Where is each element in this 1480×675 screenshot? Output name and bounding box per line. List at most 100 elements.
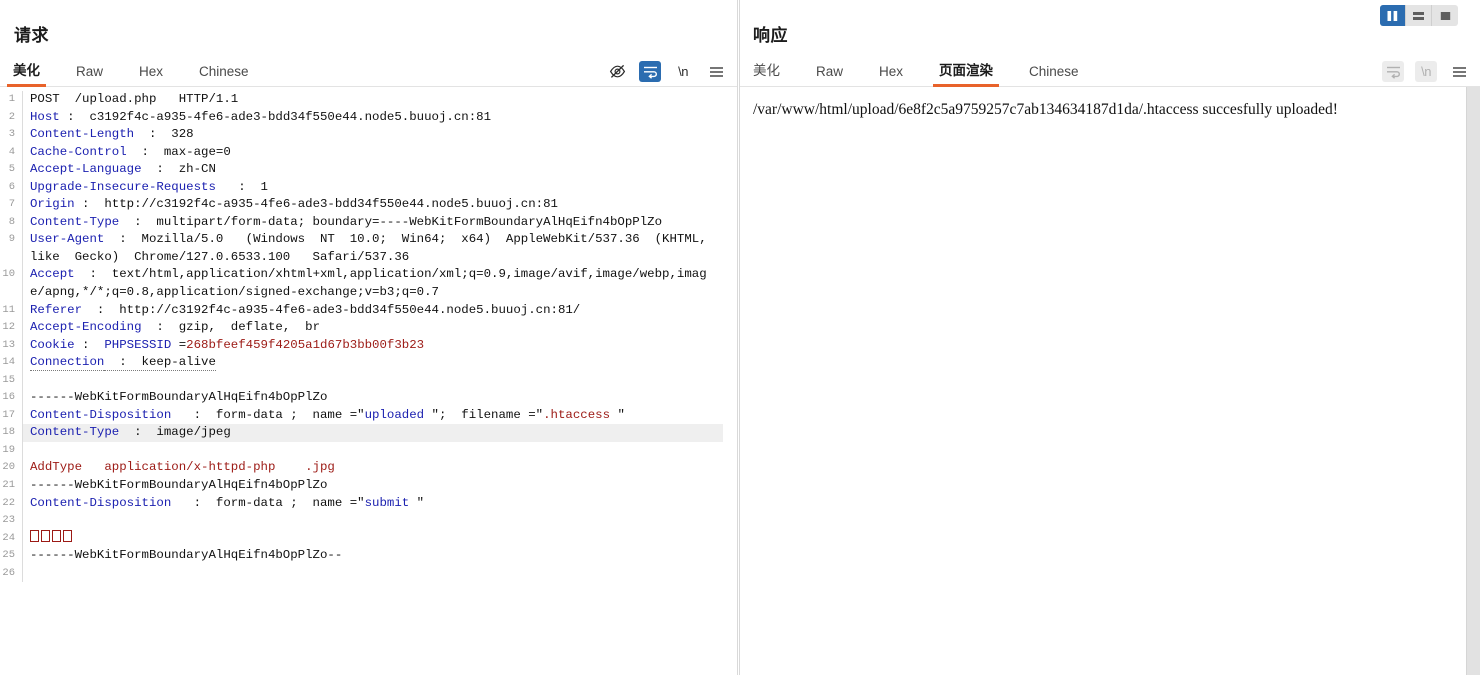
tab-request-raw[interactable]: Raw — [76, 64, 103, 86]
word-wrap-icon[interactable] — [1382, 61, 1404, 82]
code-line-text: ------WebKitFormBoundaryAlHqEifn4bOpPlZo — [23, 477, 723, 495]
code-line[interactable]: 3 Content-Length : 328 — [0, 126, 737, 144]
code-line[interactable]: 5 Accept-Language : zh-CN — [0, 161, 737, 179]
line-number: 10 — [2, 268, 15, 281]
code-line[interactable]: 20 AddType application/x-httpd-php .jpg — [0, 459, 737, 478]
line-number: 16 — [2, 391, 15, 404]
code-line[interactable]: 14 Connection : keep-alive — [0, 354, 737, 372]
code-line[interactable]: 12 Accept-Encoding : gzip, deflate, br — [0, 319, 737, 337]
code-line-text — [23, 529, 723, 548]
tab-response-beautify[interactable]: 美化 — [753, 59, 780, 86]
code-line[interactable]: 16 ------WebKitFormBoundaryAlHqEifn4bOpPl… — [0, 389, 737, 407]
code-token: : http://c3192f4c-a935-4fe6-ade3-bdd34f5… — [74, 197, 558, 212]
newline-icon[interactable]: \n — [672, 61, 694, 82]
code-line[interactable]: 24 — [0, 529, 737, 548]
tab-response-raw[interactable]: Raw — [816, 64, 843, 86]
code-line[interactable]: 25 ------WebKitFormBoundaryAlHqEifn4bOpPl… — [0, 547, 737, 565]
code-line[interactable]: 15 — [0, 371, 737, 390]
code-token: uploaded — [364, 407, 425, 422]
line-number: 8 — [8, 215, 15, 228]
code-line[interactable]: 19 — [0, 441, 737, 460]
code-line-text: Accept : text/html,application/xhtml+xml… — [23, 266, 723, 301]
code-token: : keep-alive — [104, 355, 216, 372]
code-token: 268bfeef459f4205a1d67b3bb00f3b23 — [186, 337, 425, 352]
newline-icon[interactable]: \n — [1415, 61, 1437, 82]
code-line[interactable]: 2 Host : c3192f4c-a935-4fe6-ade3-bdd34f55… — [0, 108, 737, 127]
code-line-text: Cache-Control : max-age=0 — [23, 144, 723, 162]
line-number: 7 — [8, 198, 15, 211]
code-token: Host — [30, 109, 60, 124]
code-token: ------WebKitFormBoundaryAlHqEifn4bOpPlZo — [30, 390, 328, 405]
code-line[interactable]: 4 Cache-Control : max-age=0 — [0, 143, 737, 162]
rendered-page-text: /var/www/html/upload/6e8f2c5a9759257c7ab… — [753, 101, 1338, 118]
layout-single-pane-button[interactable] — [1432, 5, 1458, 26]
code-token: : Mozilla/5.0 (Windows NT 10.0; Win64; x… — [30, 232, 722, 264]
code-line-text: AddType application/x-httpd-php .jpg — [23, 459, 723, 477]
line-number: 21 — [2, 479, 15, 492]
code-token: submit — [364, 495, 410, 510]
code-line[interactable]: 26 — [0, 564, 737, 583]
code-token: AddType application/x-httpd-php .jpg — [30, 460, 335, 475]
code-line[interactable]: 10 Accept : text/html,application/xhtml+x… — [0, 266, 737, 302]
response-scrollbar[interactable] — [1466, 87, 1480, 675]
tab-response-chinese[interactable]: Chinese — [1029, 64, 1079, 86]
menu-icon[interactable] — [1448, 61, 1470, 82]
tab-response-hex[interactable]: Hex — [879, 64, 903, 86]
tab-request-beautify[interactable]: 美化 — [7, 59, 46, 87]
line-number: 6 — [8, 180, 15, 193]
code-line-text: Accept-Language : zh-CN — [23, 161, 723, 179]
code-line-text: Content-Length : 328 — [23, 126, 723, 144]
unrenderable-glyphs — [30, 529, 74, 545]
code-line[interactable]: 6 Upgrade-Insecure-Requests : 1 — [0, 178, 737, 197]
code-token: : text/html,application/xhtml+xml,applic… — [30, 267, 707, 300]
layout-toggle-group — [1380, 5, 1458, 26]
request-toolbar: \n — [606, 61, 727, 82]
code-token: ------WebKitFormBoundaryAlHqEifn4bOpPlZo… — [30, 548, 343, 563]
tab-response-render[interactable]: 页面渲染 — [933, 59, 1000, 87]
code-token: : max-age=0 — [126, 144, 231, 159]
tofu-box-icon — [41, 529, 50, 542]
code-line[interactable]: 22 Content-Disposition : form-data ; name… — [0, 494, 737, 513]
menu-icon[interactable] — [705, 61, 727, 82]
code-token: ------WebKitFormBoundaryAlHqEifn4bOpPlZo — [30, 478, 328, 493]
code-line[interactable]: 18 Content-Type : image/jpeg — [0, 424, 737, 442]
code-line[interactable]: 17 Content-Disposition : form-data ; name… — [0, 406, 737, 425]
code-line[interactable]: 13 Cookie : PHPSESSID =268bfeef459f4205a1… — [0, 336, 737, 355]
tab-request-chinese[interactable]: Chinese — [199, 64, 249, 86]
code-token: Content-Disposition — [30, 407, 172, 422]
code-line[interactable]: 8 Content-Type : multipart/form-data; bou… — [0, 213, 737, 232]
layout-vertical-split-button[interactable] — [1380, 5, 1406, 26]
code-token: Referer — [30, 302, 83, 317]
line-number: 22 — [2, 496, 15, 509]
newline-icon-label: \n — [1421, 64, 1431, 79]
code-line[interactable]: 11 Referer : http://c3192f4c-a935-4fe6-ad… — [0, 301, 737, 320]
code-line[interactable]: 21 ------WebKitFormBoundaryAlHqEifn4bOpPl… — [0, 477, 737, 495]
request-tabbar: 美化 Raw Hex Chinese \n — [0, 58, 737, 87]
code-line-text: ------WebKitFormBoundaryAlHqEifn4bOpPlZo… — [23, 547, 723, 565]
code-token: : multipart/form-data; boundary=----WebK… — [119, 214, 663, 229]
code-line-text: Accept-Encoding : gzip, deflate, br — [23, 319, 723, 337]
code-token: Connection — [30, 355, 105, 372]
code-token: Accept-Encoding — [30, 320, 142, 335]
code-line-text — [23, 512, 723, 530]
request-editor[interactable]: 1 POST /upload.php HTTP/1.1 2 Host : c3192f… — [0, 87, 737, 675]
code-token: : — [74, 337, 105, 352]
code-token: : 1 — [215, 179, 268, 194]
code-line[interactable]: 1 POST /upload.php HTTP/1.1 — [0, 91, 737, 109]
request-pane: 请求 美化 Raw Hex Chinese \n 1 POST /upload.… — [0, 0, 737, 675]
code-line[interactable]: 7 Origin : http://c3192f4c-a935-4fe6-ade3… — [0, 196, 737, 214]
code-line-text: Origin : http://c3192f4c-a935-4fe6-ade3-… — [23, 196, 723, 214]
code-line[interactable]: 23 — [0, 512, 737, 530]
code-line[interactable]: 9 User-Agent : Mozilla/5.0 (Windows NT 10… — [0, 231, 737, 267]
tab-request-hex[interactable]: Hex — [139, 64, 163, 86]
code-line-text: User-Agent : Mozilla/5.0 (Windows NT 10.… — [23, 231, 723, 266]
request-code-lines[interactable]: 1 POST /upload.php HTTP/1.1 2 Host : c3192f… — [0, 87, 737, 583]
code-token: Accept-Language — [30, 162, 142, 177]
response-render-view[interactable]: /var/www/html/upload/6e8f2c5a9759257c7ab… — [740, 87, 1480, 675]
eye-slash-icon[interactable] — [606, 61, 628, 82]
line-number: 1 — [8, 93, 15, 105]
code-token: : gzip, deflate, br — [141, 320, 321, 335]
code-line-text: Content-Type : image/jpeg — [23, 424, 723, 442]
layout-horizontal-split-button[interactable] — [1406, 5, 1432, 26]
word-wrap-icon[interactable] — [639, 61, 661, 82]
